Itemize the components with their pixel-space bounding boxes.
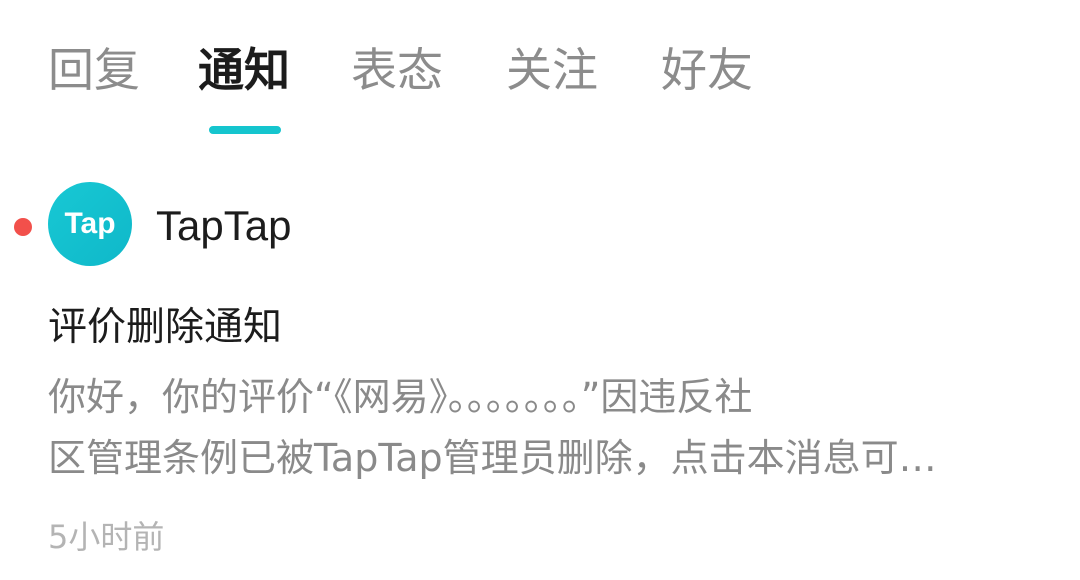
notification-item[interactable]: Tap TapTap 评价删除通知 你好，你的评价“《网易》。。。。。。。”因违… [0,150,1080,580]
tab-bar: 回复 通知 表态 关注 好友 [0,0,1080,140]
tab-friends[interactable]: 好友 [661,38,753,102]
tab-follows[interactable]: 关注 [506,38,598,102]
sender-name: TapTap [156,202,292,249]
unread-dot [14,218,32,236]
taptap-logo-icon[interactable]: Tap [48,182,132,266]
notification-timestamp: 5小时前 [48,518,165,556]
tab-replies[interactable]: 回复 [48,38,140,102]
notification-body: 你好，你的评价“《网易》。。。。。。。”因违反社 区管理条例已被TapTap管理… [48,375,937,480]
notification-title: 评价删除通知 [48,305,283,350]
active-tab-indicator [209,126,281,134]
tab-reactions[interactable]: 表态 [351,38,443,102]
avatar-logo-text: Tap [64,207,115,240]
tab-notifications[interactable]: 通知 [198,38,290,102]
